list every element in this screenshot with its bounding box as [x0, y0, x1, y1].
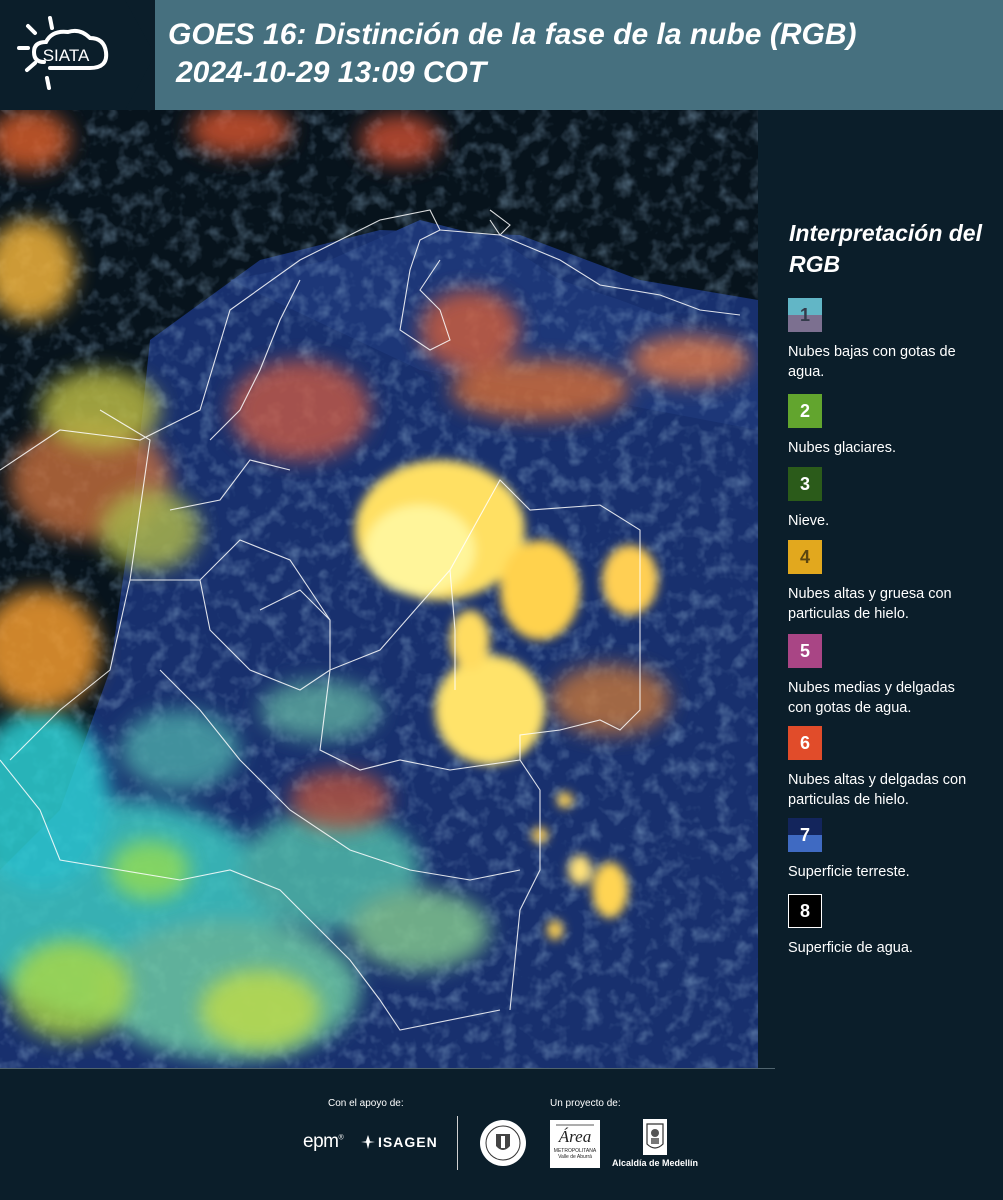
isagen-logo: ISAGEN: [378, 1134, 438, 1150]
legend-label-4: Nubes altas y gruesa con particulas de h…: [788, 586, 952, 622]
antioquia-seal-icon: [480, 1120, 526, 1166]
support-label: Con el apoyo de:: [328, 1098, 404, 1109]
legend-label-3: Nieve.: [788, 513, 830, 529]
svg-text:Área: Área: [558, 1127, 591, 1146]
svg-text:SIATA: SIATA: [43, 46, 90, 65]
footer: Con el apoyo de: Un proyecto de: epm® IS…: [0, 1068, 1003, 1200]
epm-logo: epm®: [303, 1131, 344, 1152]
project-label: Un proyecto de:: [550, 1098, 621, 1109]
legend-title: Interpretación del RGB: [789, 220, 982, 277]
satellite-map[interactable]: [0, 110, 758, 1068]
legend-label-1: Nubes bajas con gotas de agua.: [788, 344, 956, 380]
siata-logo: SIATA: [17, 16, 109, 90]
alcaldia-medellin-shield-icon: [643, 1119, 667, 1155]
page-title: GOES 16: Distinción de la fase de la nub…: [168, 18, 857, 51]
page-timestamp: 2024-10-29 13:09 COT: [176, 56, 487, 89]
legend-label-6: Nubes altas y delgadas con particulas de…: [788, 772, 967, 808]
legend-panel: Interpretación del RGB 1 Nubes bajas con…: [764, 110, 1003, 1068]
area-metropolitana-logo: Área METROPOLITANA Valle de Aburrá: [550, 1120, 600, 1168]
legend-label-2: Nubes glaciares.: [788, 440, 896, 456]
alcaldia-medellin-label: Alcaldía de Medellín: [612, 1158, 699, 1168]
legend-label-5: Nubes medias y delgadas con gotas de agu…: [788, 680, 955, 716]
isagen-icon: [361, 1135, 375, 1149]
header-bar: SIATA GOES 16: Distinción de la fase de …: [0, 0, 1003, 110]
legend-label-7: Superficie terreste.: [788, 864, 910, 880]
legend-label-8: Superficie de agua.: [788, 940, 913, 956]
